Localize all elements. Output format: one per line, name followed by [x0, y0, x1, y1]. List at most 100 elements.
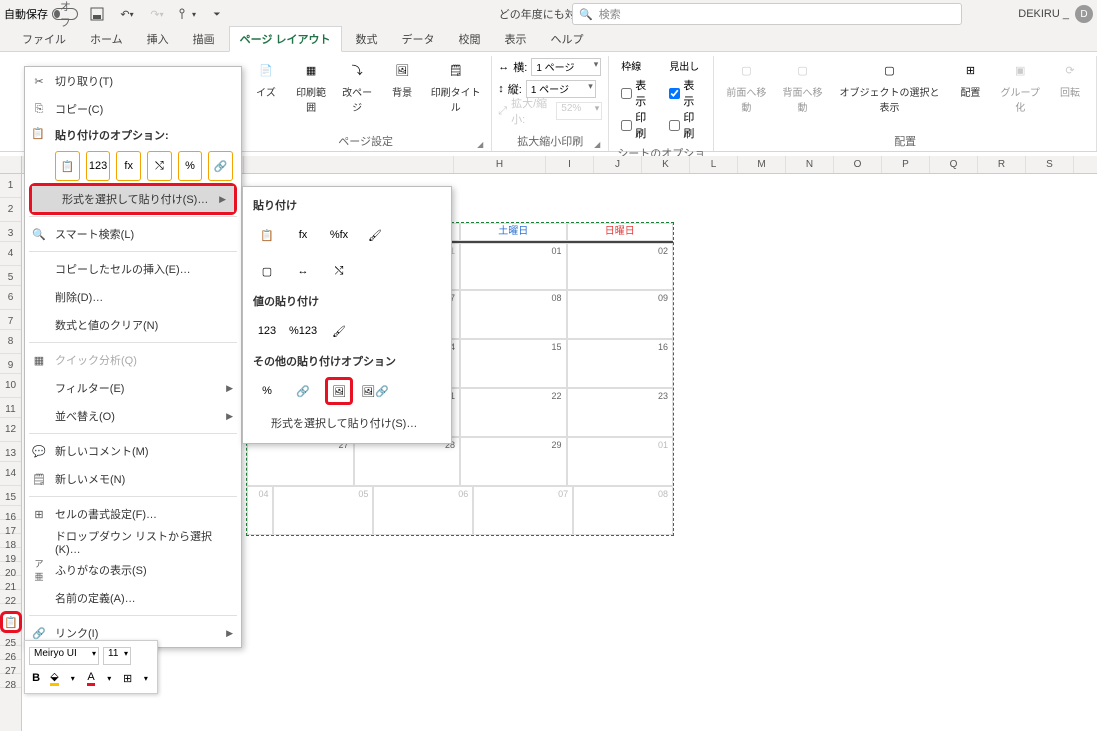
ctx-define-name[interactable]: 名前の定義(A)… [25, 584, 241, 612]
ribbon-tabs: ファイル ホーム 挿入 描画 ページ レイアウト 数式 データ 校閲 表示 ヘル… [0, 28, 1097, 52]
ctx-show-phonetic[interactable]: ア亜ふりがなの表示(S) [25, 556, 241, 584]
headings-print-checkbox[interactable]: 印刷 [669, 109, 701, 141]
borders-button[interactable]: ⊞ [120, 669, 134, 687]
ctx-new-note[interactable]: 🗒新しいメモ(N) [25, 465, 241, 493]
ribbon-group-scale: ↔横:1 ページ ↕縦:1 ページ ⤢拡大/縮小:52% 拡大縮小印刷◢ [492, 56, 609, 151]
ctx-paste-special[interactable]: 形式を選択して貼り付け(S)…▶ [32, 186, 234, 212]
paste-formulas-icon[interactable]: fx [289, 221, 317, 249]
paste-values-number-icon[interactable]: %123 [289, 317, 317, 345]
font-name-combo[interactable]: Meiryo UI [29, 647, 99, 665]
ctx-pick-from-list[interactable]: ドロップダウン リストから選択(K)… [25, 528, 241, 556]
user-account[interactable]: DEKIRU _ D [1018, 5, 1093, 23]
gridlines-view-checkbox[interactable]: 表示 [621, 77, 653, 109]
ctx-delete[interactable]: 削除(D)… [25, 283, 241, 311]
select-all-corner[interactable] [0, 156, 22, 174]
save-icon[interactable] [86, 3, 108, 25]
paste-no-borders-icon[interactable]: ▢ [253, 257, 281, 285]
user-name-label: DEKIRU _ [1018, 8, 1069, 20]
context-menu: ✂切り取り(T) ⎘コピー(C) 📋貼り付けのオプション: 📋 123 fx ⤭… [24, 66, 242, 648]
autosave-toggle[interactable]: 自動保存 オフ [4, 6, 78, 22]
row-headers[interactable]: 1234567891011121314151617181920212223242… [0, 174, 22, 731]
paste-transpose-icon[interactable]: ⤭ [325, 257, 353, 285]
touch-mode-icon[interactable]: ▾ [176, 3, 198, 25]
fill-color-button[interactable]: ⬙ [47, 669, 61, 687]
paste-link-icon[interactable]: 🔗 [208, 151, 233, 181]
paste-formatting-icon[interactable]: % [178, 151, 203, 181]
paste-all-icon[interactable]: 📋 [55, 151, 80, 181]
autosave-label: 自動保存 [4, 6, 48, 22]
height-icon: ↕ [498, 83, 504, 95]
paste-link-icon[interactable]: 🔗 [289, 377, 317, 405]
paste-formulas-number-icon[interactable]: %fx [325, 221, 353, 249]
font-color-dropdown[interactable]: ▾ [102, 669, 116, 687]
ctx-insert-copied[interactable]: コピーしたセルの挿入(E)… [25, 255, 241, 283]
ctx-new-comment[interactable]: 💬新しいコメント(M) [25, 437, 241, 465]
size-button[interactable]: 📄イズ [246, 56, 286, 101]
background-button[interactable]: 🖼背景 [382, 56, 422, 101]
paste-linked-picture-icon[interactable]: 🖼🔗 [361, 377, 389, 405]
ctx-filter[interactable]: フィルター(E)▶ [25, 374, 241, 402]
align-button[interactable]: ⊞配置 [950, 56, 990, 101]
ctx-copy[interactable]: ⎘コピー(C) [25, 95, 241, 123]
borders-dropdown[interactable]: ▾ [139, 669, 153, 687]
submenu-paste-special-item[interactable]: 形式を選択して貼り付け(S)… [243, 409, 451, 437]
paste-values-icon[interactable]: 123 [253, 317, 281, 345]
paste-picture-icon[interactable]: 🖼 [325, 377, 353, 405]
paste-all-icon[interactable]: 📋 [253, 221, 281, 249]
gridlines-print-checkbox[interactable]: 印刷 [621, 109, 653, 141]
search-icon: 🔍 [31, 228, 47, 241]
font-size-combo[interactable]: 11 [103, 647, 131, 665]
paste-transpose-icon[interactable]: ⤭ [147, 151, 172, 181]
undo-icon[interactable]: ↶▾ [116, 3, 138, 25]
breaks-button[interactable]: ⤵改ページ [336, 56, 378, 116]
width-combo[interactable]: 1 ページ [531, 58, 601, 76]
note-icon: 🗒 [31, 473, 47, 486]
link-icon: 🔗 [31, 627, 47, 640]
paste-column-width-icon[interactable]: ↔ [289, 257, 317, 285]
tab-view[interactable]: 表示 [495, 27, 537, 51]
ctx-sort[interactable]: 並べ替え(O)▶ [25, 402, 241, 430]
tab-draw[interactable]: 描画 [183, 27, 225, 51]
tab-home[interactable]: ホーム [80, 27, 133, 51]
tab-formulas[interactable]: 数式 [346, 27, 388, 51]
calendar-day: 22 [551, 391, 561, 401]
selection-pane-button[interactable]: ▢オブジェクトの選択と表示 [833, 56, 947, 116]
gridlines-label: 枠線 [621, 58, 653, 73]
paste-options-badge[interactable]: 📋 [0, 611, 22, 633]
ctx-smart-lookup[interactable]: 🔍スマート検索(L) [25, 220, 241, 248]
chevron-right-icon: ▶ [219, 194, 226, 205]
paste-keep-source-icon[interactable]: 🖌 [361, 221, 389, 249]
print-area-button[interactable]: ▦印刷範囲 [290, 56, 332, 116]
fill-color-dropdown[interactable]: ▾ [66, 669, 80, 687]
tab-data[interactable]: データ [392, 27, 445, 51]
clipboard-icon: 📋 [31, 127, 45, 140]
tab-file[interactable]: ファイル [12, 27, 76, 51]
calendar-day: 15 [551, 342, 561, 352]
borders-icon: ⊞ [123, 672, 132, 685]
ctx-format-cells[interactable]: ⊞セルの書式設定(F)… [25, 500, 241, 528]
print-titles-button[interactable]: 🗒印刷タイトル [426, 56, 485, 116]
tab-page-layout[interactable]: ページ レイアウト [229, 26, 342, 52]
dialog-launcher-icon[interactable]: ◢ [594, 140, 600, 149]
calendar-day: 01 [551, 246, 561, 256]
search-input[interactable]: 🔍 検索 [572, 3, 962, 25]
paste-formulas-icon[interactable]: fx [116, 151, 141, 181]
switch-off-icon[interactable]: オフ [52, 8, 78, 20]
headings-view-checkbox[interactable]: 表示 [669, 77, 701, 109]
paste-formatting-icon[interactable]: % [253, 377, 281, 405]
qat-customize-icon[interactable]: ⏷ [206, 3, 228, 25]
align-icon: ⊞ [958, 58, 982, 82]
calendar-day: 08 [658, 489, 668, 499]
font-color-button[interactable]: A [84, 669, 98, 687]
paste-values-icon[interactable]: 123 [86, 151, 111, 181]
ctx-clear[interactable]: 数式と値のクリア(N) [25, 311, 241, 339]
rotate-icon: ⟳ [1058, 58, 1082, 82]
tab-review[interactable]: 校閲 [449, 27, 491, 51]
bold-button[interactable]: B [29, 669, 43, 687]
dialog-launcher-icon[interactable]: ◢ [477, 140, 483, 149]
submenu-values-label: 値の貼り付け [243, 289, 451, 313]
paste-values-source-icon[interactable]: 🖌 [325, 317, 353, 345]
tab-insert[interactable]: 挿入 [137, 27, 179, 51]
tab-help[interactable]: ヘルプ [541, 27, 594, 51]
ctx-cut[interactable]: ✂切り取り(T) [25, 67, 241, 95]
